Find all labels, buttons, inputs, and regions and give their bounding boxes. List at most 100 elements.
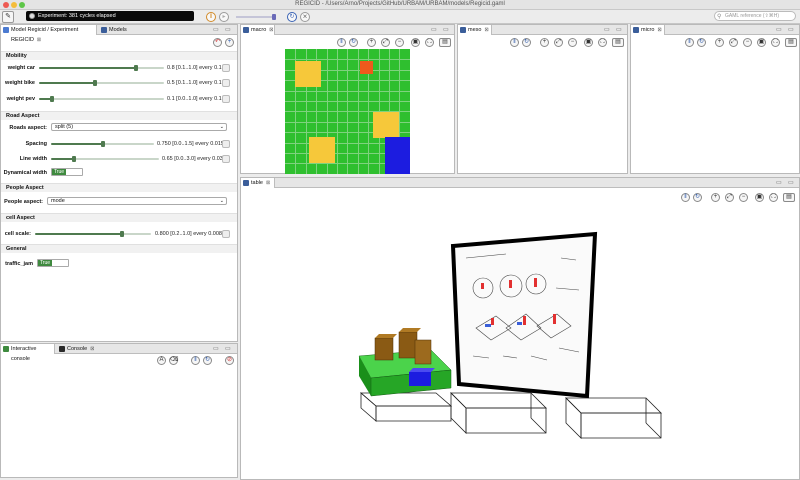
minimize-icon[interactable]: ▭ [213,345,219,352]
dynamical-width-toggle[interactable]: True [51,168,83,176]
spacing-menu-button[interactable] [222,140,230,148]
wireframe-box-side [450,392,467,434]
tab-console[interactable]: Console ⊠ [57,344,97,354]
close-experiment-button[interactable]: ⨯ [300,12,310,22]
camera-icon[interactable]: ▣ [584,38,593,47]
status-icon [29,13,35,19]
maximize-icon[interactable]: ▭ [225,345,231,352]
weight-pev-menu-button[interactable] [222,95,230,103]
speed-slider[interactable] [236,14,276,20]
zoom-in-icon[interactable]: + [367,38,376,47]
zoom-fit-icon[interactable]: ⤢ [729,38,738,47]
weight-car-slider[interactable] [39,65,164,71]
close-icon[interactable]: ⊠ [269,27,273,33]
tab-macro[interactable]: macro ⊠ [241,25,275,35]
tab-models[interactable]: Models [99,25,139,35]
fullscreen-icon[interactable]: ⛶ [771,38,780,47]
people-aspect-label: People aspect: [4,199,43,205]
maximize-icon[interactable]: ▭ [225,26,231,33]
cell-scale-slider[interactable] [35,231,151,237]
spacing-slider[interactable] [51,141,154,147]
speed-slider-thumb[interactable] [272,14,276,20]
search-input[interactable]: GAML reference (⇧⌘H) [714,11,796,21]
tab-table[interactable]: table ⊠ [241,178,275,188]
sync-icon[interactable]: ↻ [349,38,358,47]
pause-button[interactable]: ‖ [206,12,216,22]
zoom-fit-icon[interactable]: ⤢ [554,38,563,47]
close-icon[interactable]: ⊠ [657,27,661,33]
cell-scale-label: cell scale: [4,231,31,237]
line-width-menu-button[interactable] [222,155,230,163]
minimize-icon[interactable]: ▭ [776,26,782,33]
slider-thumb[interactable] [134,65,139,71]
display-icon [633,27,639,33]
clear-icon[interactable]: ⌫ [169,356,178,365]
font-icon[interactable]: A [157,356,166,365]
maximize-icon[interactable]: ▭ [788,26,794,33]
weight-pev-slider[interactable] [39,96,164,102]
refresh-icon[interactable]: ↻ [203,356,212,365]
zoom-out-icon[interactable]: − [395,38,404,47]
tab-meso[interactable]: meso ⊠ [458,25,492,35]
close-icon[interactable]: ⊠ [37,37,41,43]
maximize-icon[interactable]: ▭ [616,26,622,33]
layers-menu-icon[interactable]: ▤ [785,38,797,47]
cell-scale-menu-button[interactable] [222,230,230,238]
sync-icon[interactable]: ↻ [697,38,706,47]
fullscreen-icon[interactable]: ⛶ [425,38,434,47]
parameters-tabbar: Model Regicid / Experiment REGICID ⊠ Mode… [1,25,237,43]
roads-aspect-select[interactable]: split (5) ⌄ [51,123,227,131]
fullscreen-icon[interactable]: ⛶ [598,38,607,47]
maximize-icon[interactable]: ▭ [443,26,449,33]
tab-experiment[interactable]: Model Regicid / Experiment REGICID ⊠ [1,25,97,43]
layers-menu-icon[interactable]: ▤ [439,38,451,47]
layers-menu-icon[interactable]: ▤ [612,38,624,47]
tab-interactive-console[interactable]: Interactive console [1,344,55,362]
camera-icon[interactable]: ▣ [757,38,766,47]
pause-icon[interactable]: ‖ [337,38,346,47]
zoom-in-icon[interactable]: + [715,38,724,47]
slider-thumb[interactable] [72,156,77,162]
zoom-in-icon[interactable]: + [540,38,549,47]
pause-icon[interactable]: ‖ [510,38,519,47]
step-button[interactable]: ▸ [219,12,229,22]
minimize-icon[interactable]: ▭ [213,26,219,33]
pause-console-icon[interactable]: ‖ [191,356,200,365]
close-icon[interactable]: ⊠ [266,180,270,186]
no-entry-icon[interactable]: ⊘ [225,356,234,365]
reload-button[interactable]: ↻ [287,12,297,22]
sync-icon[interactable]: ↻ [522,38,531,47]
camera-icon[interactable]: ▣ [411,38,420,47]
tab-micro[interactable]: micro ⊠ [631,25,665,35]
weight-bike-slider[interactable] [39,80,164,86]
minimize-icon[interactable]: ▭ [604,26,610,33]
minimize-icon[interactable]: ▭ [776,179,782,186]
edit-model-button[interactable]: ✎ [2,11,14,23]
weight-car-menu-button[interactable] [222,64,230,72]
zoom-out-icon[interactable]: − [568,38,577,47]
macro-tabbar: macro ⊠ ▭ ▭ [241,25,454,35]
line-width-slider[interactable] [51,156,159,162]
zoom-out-icon[interactable]: − [743,38,752,47]
minimize-icon[interactable]: ▭ [431,26,437,33]
grid-line [285,101,410,102]
blue-block [409,372,431,386]
revert-icon[interactable]: ↶ [213,38,222,47]
slider-thumb[interactable] [100,141,105,147]
people-aspect-select[interactable]: mode ⌄ [47,197,227,205]
tab-macro-label: macro [251,27,267,33]
line-width-label: Line width [19,156,47,162]
slider-thumb[interactable] [120,231,124,237]
close-icon[interactable]: ⊠ [484,27,488,33]
pause-icon[interactable]: ‖ [685,38,694,47]
slider-thumb[interactable] [49,96,54,102]
traffic-jam-toggle[interactable]: True [37,259,69,267]
slider-thumb[interactable] [92,80,97,86]
close-icon[interactable]: ⊠ [90,346,94,352]
maximize-icon[interactable]: ▭ [788,179,794,186]
add-icon[interactable]: + [225,38,234,47]
window-title: REGICID - /Users/Arno/Projects/GitHub/UR… [295,1,505,7]
people-aspect-value: mode [51,198,65,204]
zoom-fit-icon[interactable]: ⤢ [381,38,390,47]
weight-bike-menu-button[interactable] [222,79,230,87]
